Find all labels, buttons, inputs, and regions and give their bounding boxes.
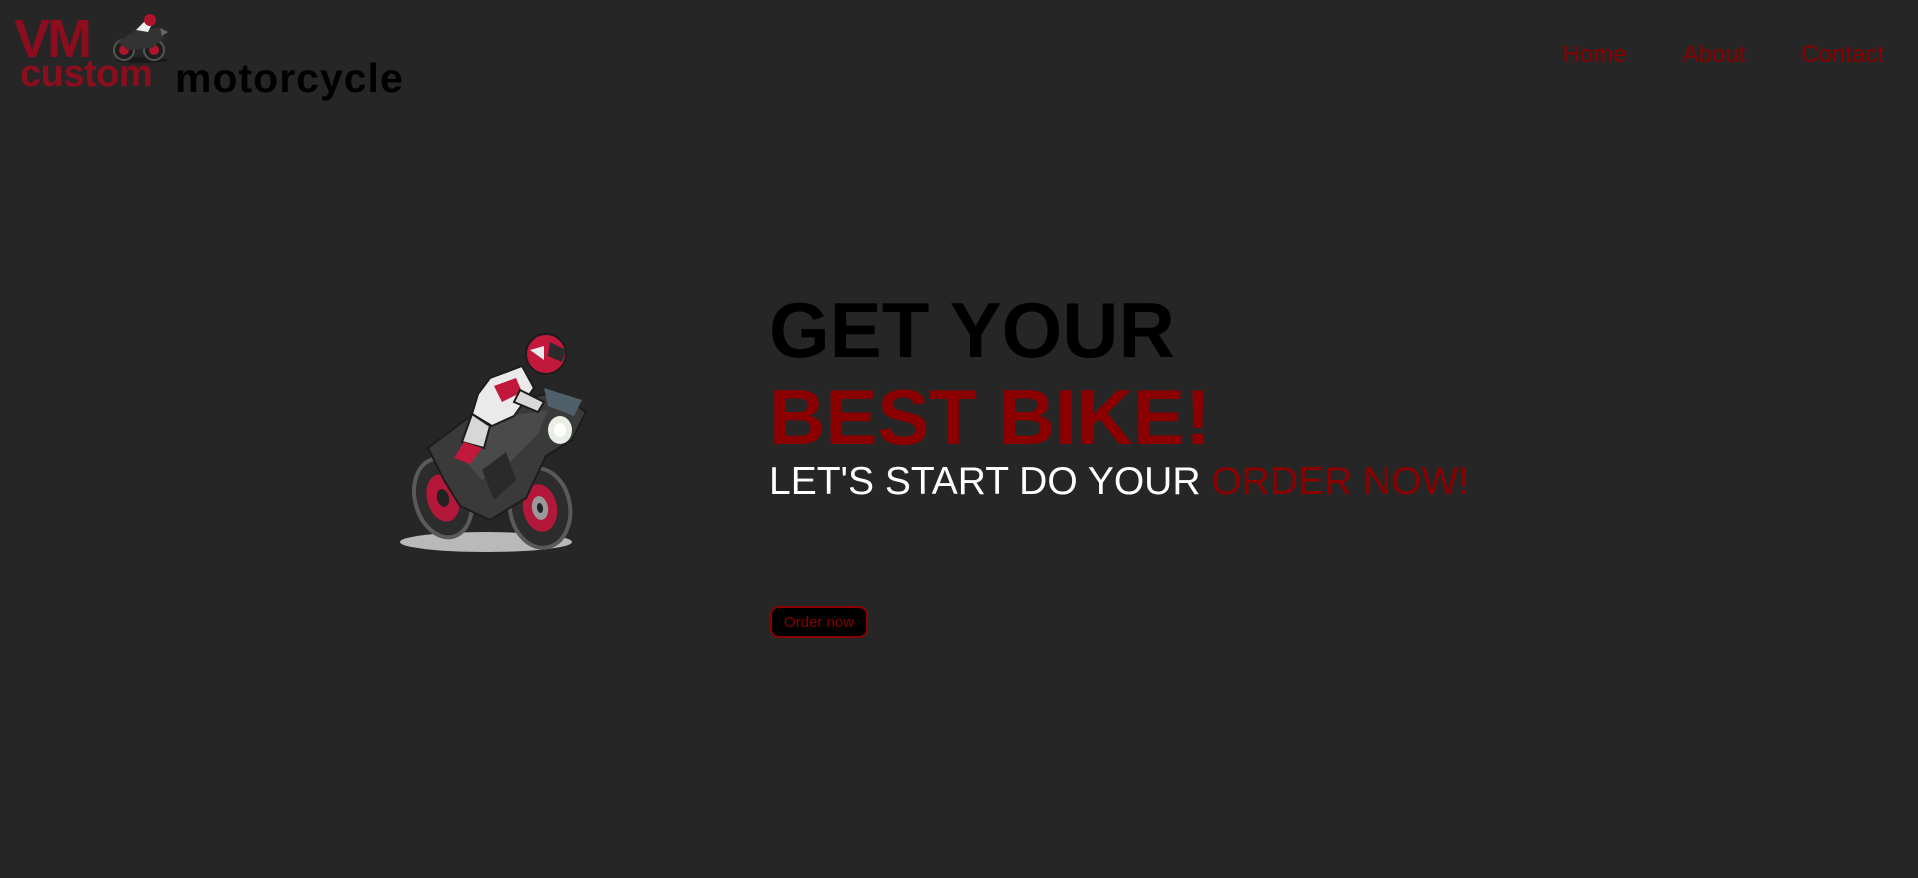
- site-logo[interactable]: VM custom motorcycle: [12, 12, 403, 100]
- hero-title-line1: GET YOUR: [769, 286, 1175, 374]
- order-now-button[interactable]: Order now: [770, 606, 869, 638]
- motorcycle-rider-icon: [400, 333, 588, 552]
- nav-link-home[interactable]: Home: [1563, 40, 1627, 70]
- nav-link-contact[interactable]: Contact: [1801, 40, 1884, 70]
- hero-text: GET YOUR BEST BIKE! LET'S START DO YOUR …: [769, 288, 1469, 504]
- hero-title-line2: BEST BIKE!: [769, 373, 1212, 461]
- hero-subtitle: LET'S START DO YOUR ORDER NOW!: [769, 460, 1469, 504]
- hero-subtitle-accent: ORDER NOW!: [1211, 460, 1470, 503]
- logo-motorcycle-text: motorcycle: [175, 55, 404, 101]
- nav-link-about[interactable]: About: [1683, 40, 1746, 70]
- page: VM custom motorcycle Home About Contact: [0, 0, 1918, 878]
- main-nav: Home About Contact: [1563, 40, 1884, 70]
- hero-subtitle-plain: LET'S START DO YOUR: [769, 460, 1212, 503]
- logo-custom-text: custom: [20, 53, 153, 95]
